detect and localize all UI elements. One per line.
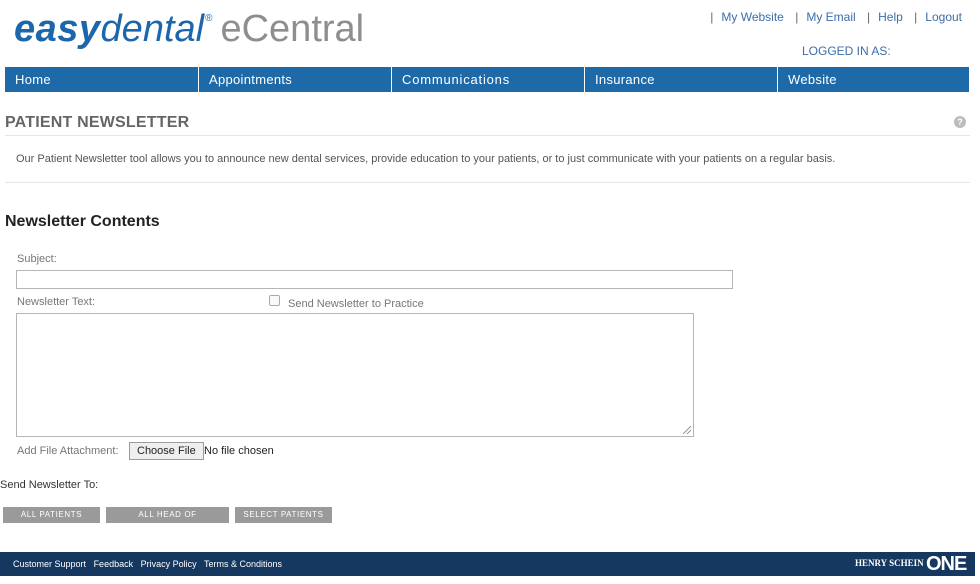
top-links: | My Website | My Email | Help | Logout	[710, 10, 962, 24]
select-patients-button[interactable]: SELECT PATIENTS	[235, 507, 332, 523]
nav-communications[interactable]: Communications	[392, 67, 585, 92]
footer-links: Customer Support Feedback Privacy Policy…	[13, 559, 287, 569]
attachment-label: Add File Attachment:	[17, 445, 119, 457]
my-website-link[interactable]: My Website	[721, 10, 783, 24]
logo-ecentral: eCentral	[220, 8, 365, 50]
choose-file-button[interactable]: Choose File	[129, 442, 204, 460]
customer-support-link[interactable]: Customer Support	[13, 559, 86, 569]
logged-in-as: LOGGED IN AS:	[802, 44, 891, 58]
page-title: PATIENT NEWSLETTER	[5, 114, 190, 131]
logo-easy: easy	[14, 8, 101, 50]
send-to-practice-label[interactable]: Send Newsletter to Practice	[288, 298, 424, 310]
my-email-link[interactable]: My Email	[806, 10, 855, 24]
henry-schein-logo: HENRY SCHEIN	[855, 558, 924, 568]
subject-input[interactable]	[16, 270, 733, 289]
send-to-label: Send Newsletter To:	[0, 479, 99, 491]
all-head-of-households-button[interactable]: ALL HEAD OF HOUSEHOLDS	[106, 507, 229, 535]
divider	[5, 135, 970, 136]
send-to-practice-checkbox[interactable]	[269, 295, 280, 306]
help-link[interactable]: Help	[878, 10, 903, 24]
nav-website[interactable]: Website	[778, 67, 969, 92]
intro-text: Our Patient Newsletter tool allows you t…	[16, 153, 836, 165]
nav-home[interactable]: Home	[5, 67, 199, 92]
newsletter-text-area[interactable]	[16, 313, 694, 437]
logout-link[interactable]: Logout	[925, 10, 962, 24]
newsletter-text-label: Newsletter Text:	[17, 296, 96, 308]
logo-registered-mark: ®	[205, 13, 213, 24]
easydental-logo[interactable]: easy dental ® eCentral	[14, 8, 364, 58]
subject-label: Subject:	[17, 253, 57, 265]
all-patients-button[interactable]: ALL PATIENTS	[3, 507, 100, 523]
divider	[5, 182, 970, 183]
privacy-policy-link[interactable]: Privacy Policy	[141, 559, 197, 569]
section-title: Newsletter Contents	[5, 213, 160, 230]
nav-appointments[interactable]: Appointments	[199, 67, 392, 92]
terms-conditions-link[interactable]: Terms & Conditions	[204, 559, 282, 569]
nav-insurance[interactable]: Insurance	[585, 67, 778, 92]
logo-dental: dental	[100, 8, 205, 50]
help-icon[interactable]: ?	[954, 116, 966, 128]
no-file-chosen-text: No file chosen	[204, 445, 274, 457]
feedback-link[interactable]: Feedback	[94, 559, 134, 569]
footer: Customer Support Feedback Privacy Policy…	[0, 552, 975, 576]
main-nav: Home Appointments Communications Insuran…	[5, 67, 969, 92]
henry-schein-one-logo: ONE	[926, 553, 967, 575]
resize-handle-icon[interactable]	[683, 426, 691, 434]
